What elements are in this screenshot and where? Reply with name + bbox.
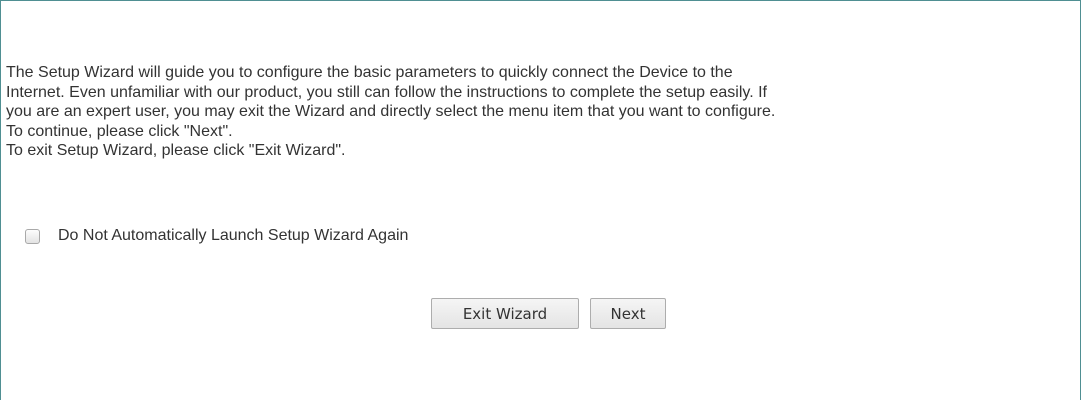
intro-line: To exit Setup Wizard, please click "Exit… — [6, 142, 346, 159]
intro-line: Internet. Even unfamiliar with our produ… — [6, 83, 767, 101]
auto-launch-checkbox-label: Do Not Automatically Launch Setup Wizard… — [58, 227, 409, 244]
wizard-intro-text: The Setup Wizard will guide you to confi… — [6, 63, 1076, 161]
setup-wizard-panel: The Setup Wizard will guide you to confi… — [0, 0, 1081, 400]
wizard-button-row: Exit Wizard Next — [431, 298, 666, 329]
auto-launch-option: Do Not Automatically Launch Setup Wizard… — [25, 227, 408, 245]
intro-line: you are an expert user, you may exit the… — [6, 103, 776, 120]
exit-wizard-button[interactable]: Exit Wizard — [431, 298, 579, 329]
intro-line: The Setup Wizard will guide you to confi… — [6, 64, 733, 81]
next-button[interactable]: Next — [590, 298, 666, 329]
intro-line: To continue, please click "Next". — [6, 122, 233, 140]
auto-launch-checkbox[interactable] — [25, 228, 40, 244]
